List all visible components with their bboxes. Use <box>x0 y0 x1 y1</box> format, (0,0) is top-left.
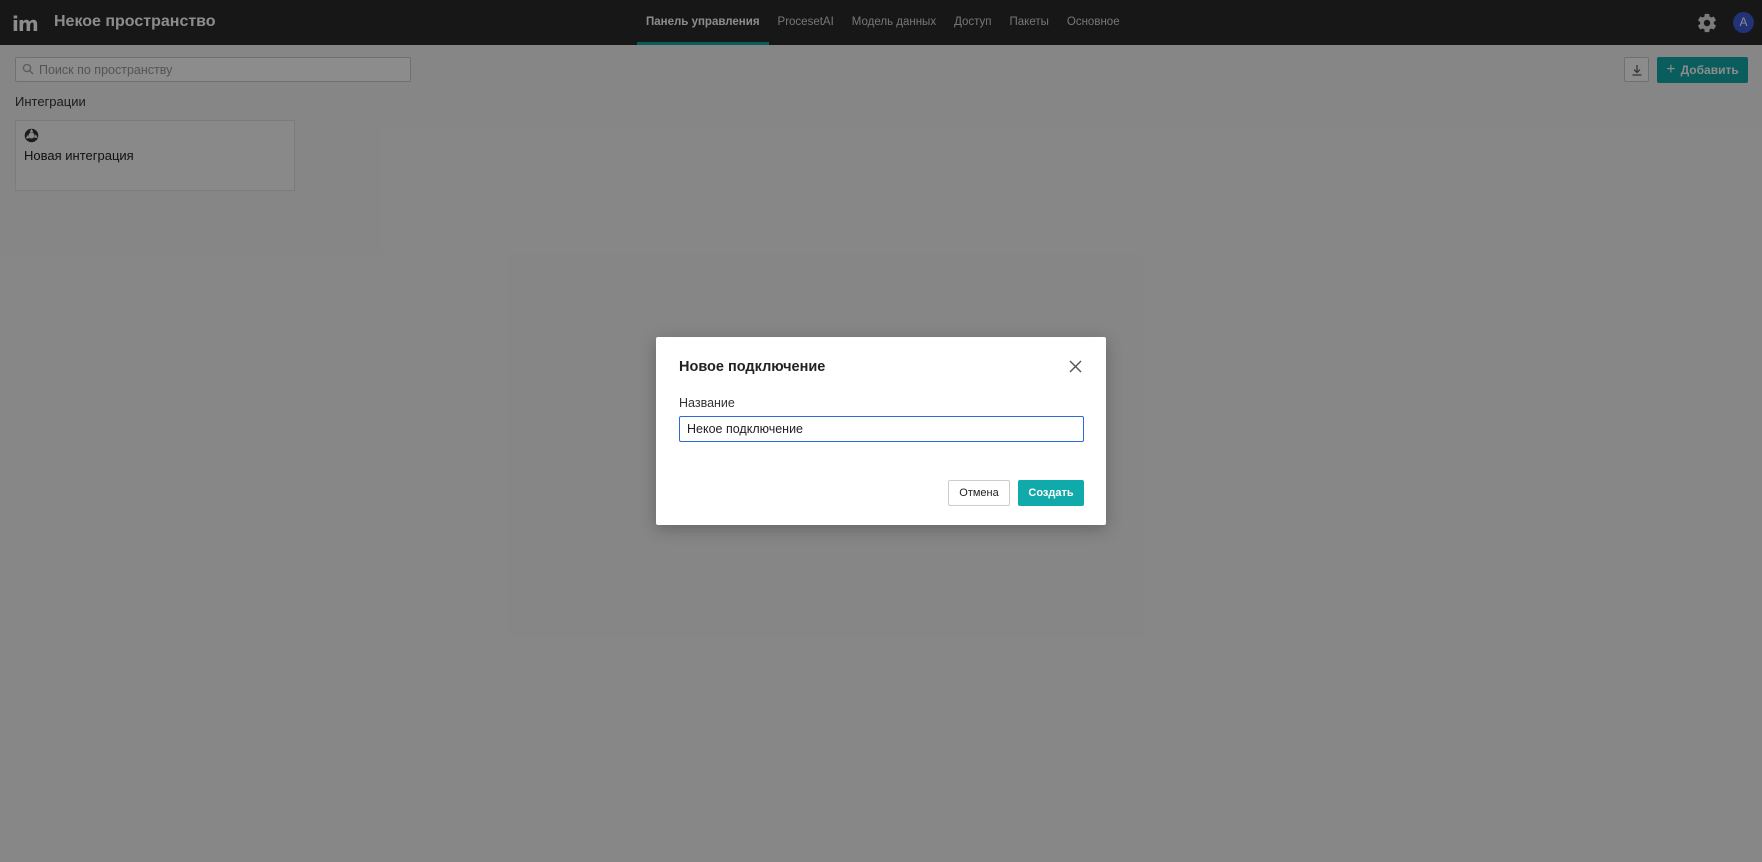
close-icon[interactable] <box>1068 359 1083 374</box>
cancel-button[interactable]: Отмена <box>948 480 1010 506</box>
create-button[interactable]: Создать <box>1018 480 1084 506</box>
dialog-title: Новое подключение <box>679 359 826 375</box>
name-field-label: Название <box>679 396 735 410</box>
name-input[interactable] <box>679 416 1084 442</box>
new-connection-dialog: Новое подключение Название Отмена Создат… <box>656 337 1106 525</box>
